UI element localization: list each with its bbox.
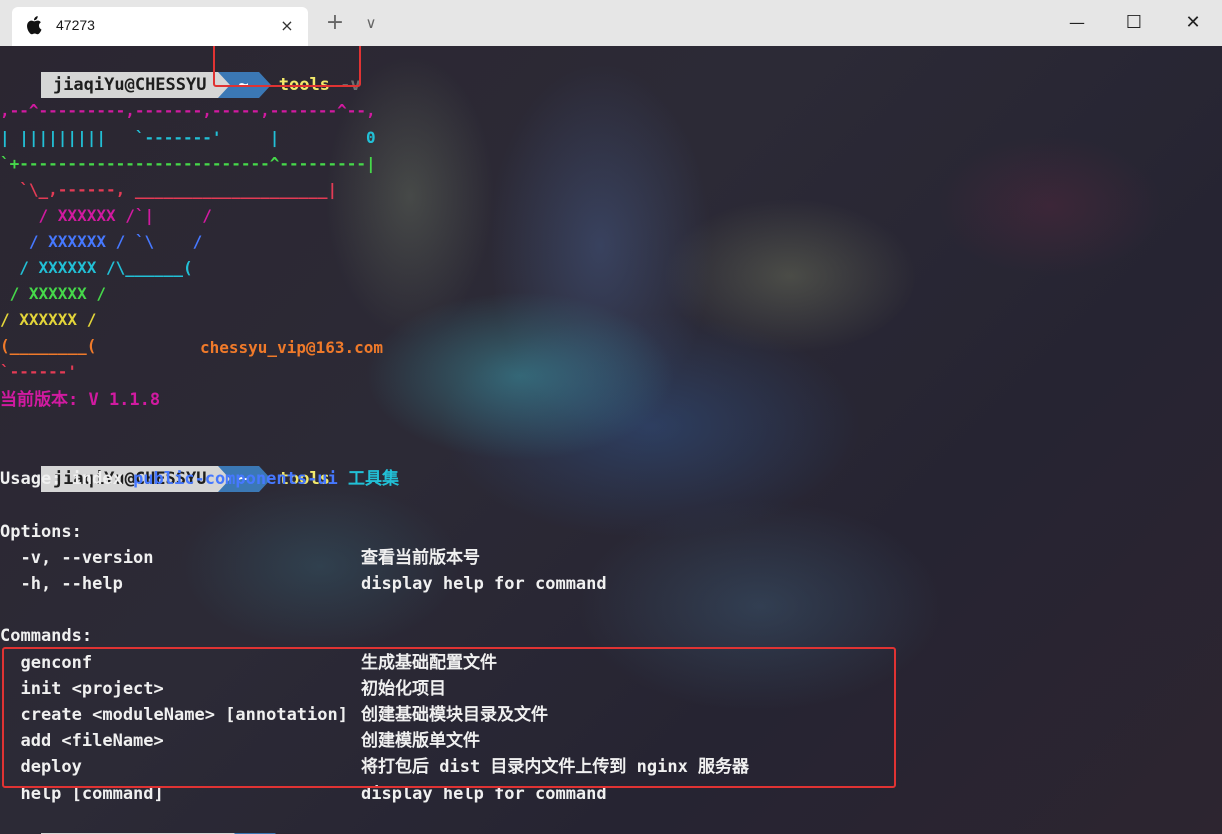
commands-header: Commands:: [0, 626, 93, 646]
banner-line: / XXXXXX /: [0, 284, 106, 303]
close-window-button[interactable]: ✕: [1170, 0, 1216, 46]
version-text: 当前版本: V 1.1.8: [0, 390, 161, 410]
tab-title: 47273: [56, 17, 95, 33]
option-desc: 查看当前版本号: [361, 548, 480, 568]
banner-email: chessyu_vip@163.com: [200, 338, 384, 357]
usage-line: Usage: index public-components-ui 工具集: [0, 466, 399, 492]
banner-line: `\_,------, ____________________|: [0, 180, 338, 199]
banner-line: / XXXXXX /: [0, 310, 97, 329]
prompt-user: jiaqiYu@CHESSYU: [40, 72, 219, 98]
banner-line: / XXXXXX /`| /: [0, 206, 212, 225]
minimize-button[interactable]: —: [1054, 0, 1100, 46]
banner-line: ,--^---------,-------,-----,-------^--,: [0, 101, 376, 120]
banner-line: (________(: [0, 336, 97, 355]
option-flag: -v, --version: [0, 548, 154, 568]
prompt-line: ×jiaqiYu@CHESSYU~: [0, 807, 287, 834]
tab-dropdown-button[interactable]: ∨: [348, 0, 394, 46]
options-header: Options:: [0, 522, 82, 542]
option-desc: display help for command: [361, 574, 607, 594]
title-bar: 47273 × + ∨ — ☐ ✕: [0, 0, 1222, 46]
highlight-box-command: [213, 46, 361, 87]
maximize-button[interactable]: ☐: [1111, 0, 1157, 46]
close-tab-button[interactable]: ×: [276, 15, 298, 37]
terminal-output[interactable]: jiaqiYu@CHESSYU ~ tools -v ,--^---------,-…: [0, 46, 1222, 834]
usage-desc: 工具集: [337, 469, 400, 489]
usage-prefix: Usage: index: [0, 469, 134, 489]
option-flag: -h, --help: [0, 574, 123, 594]
banner-line: `------': [0, 362, 78, 381]
terminal-tab[interactable]: 47273 ×: [12, 7, 308, 46]
banner-line: `+--------------------------^---------|: [0, 154, 376, 173]
apple-icon: [27, 16, 42, 35]
highlight-box-commands: [2, 647, 896, 788]
banner-line: | ||||||||| `-------' | 0: [0, 128, 376, 147]
banner-line: / XXXXXX /\______(: [0, 258, 193, 277]
banner-line: / XXXXXX / `\ /: [0, 232, 203, 251]
usage-package: public-components-ui: [133, 469, 338, 489]
prompt-line: jiaqiYu@CHESSYU ~ tools: [0, 440, 330, 492]
